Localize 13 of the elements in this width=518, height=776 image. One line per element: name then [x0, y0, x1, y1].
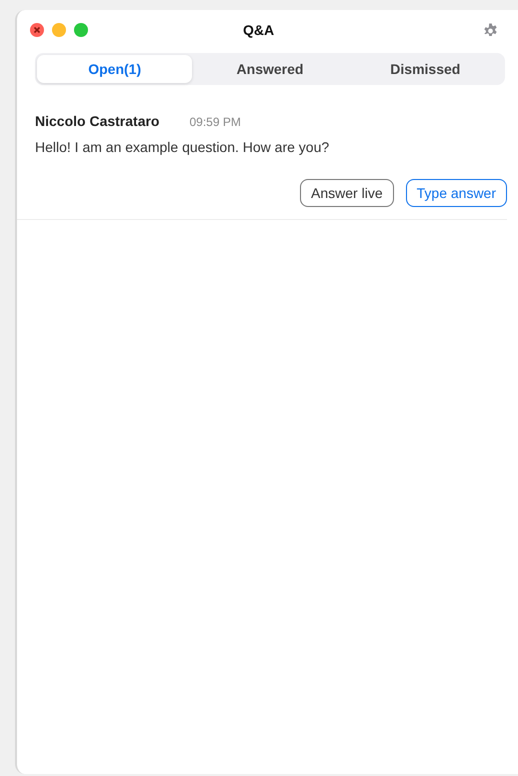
type-answer-button[interactable]: Type answer: [406, 179, 507, 207]
timestamp: 09:59 PM: [189, 115, 241, 129]
settings-icon[interactable]: [483, 22, 498, 38]
author-name: Niccolo Castrataro: [35, 113, 160, 129]
minimize-icon[interactable]: [52, 23, 66, 37]
tab[interactable]: Dismissed: [348, 55, 503, 83]
zoom-icon[interactable]: [74, 23, 88, 37]
close-icon[interactable]: [30, 23, 44, 37]
question-text: Hello! I am an example question. How are you?: [35, 139, 330, 155]
window-title: Q&A: [242, 22, 274, 38]
tab[interactable]: Open(1): [37, 55, 192, 83]
answer-button[interactable]: Answer live: [300, 179, 394, 207]
tab[interactable]: Answered: [192, 55, 348, 83]
